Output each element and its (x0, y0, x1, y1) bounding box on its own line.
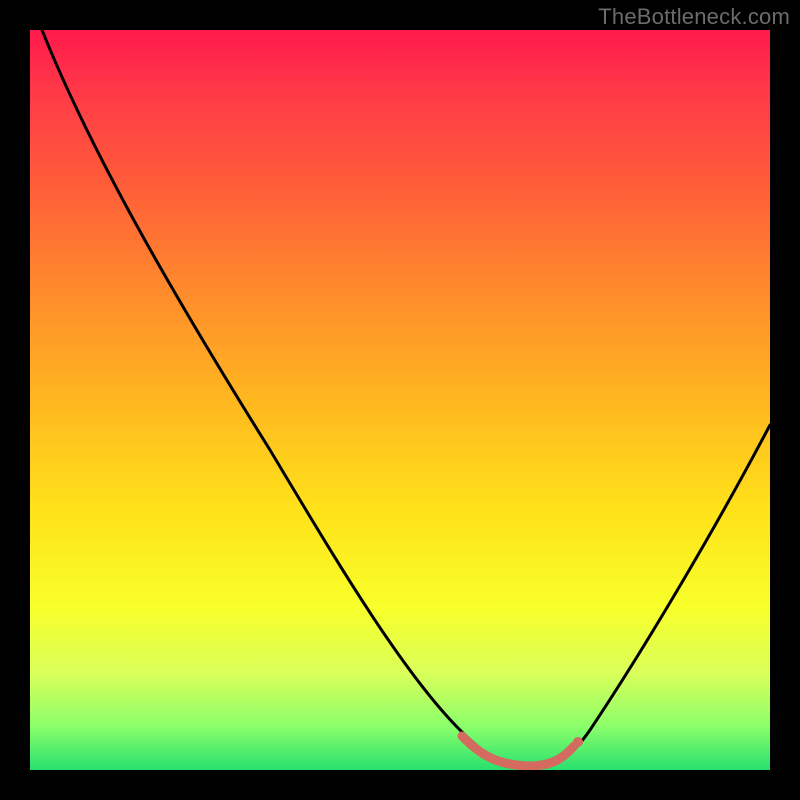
highlight-band (462, 736, 574, 766)
highlight-end-dot (573, 737, 583, 747)
bottleneck-curve (42, 30, 770, 766)
watermark-text: TheBottleneck.com (598, 4, 790, 30)
curve-layer (30, 30, 770, 770)
chart-frame: TheBottleneck.com (0, 0, 800, 800)
plot-area (30, 30, 770, 770)
